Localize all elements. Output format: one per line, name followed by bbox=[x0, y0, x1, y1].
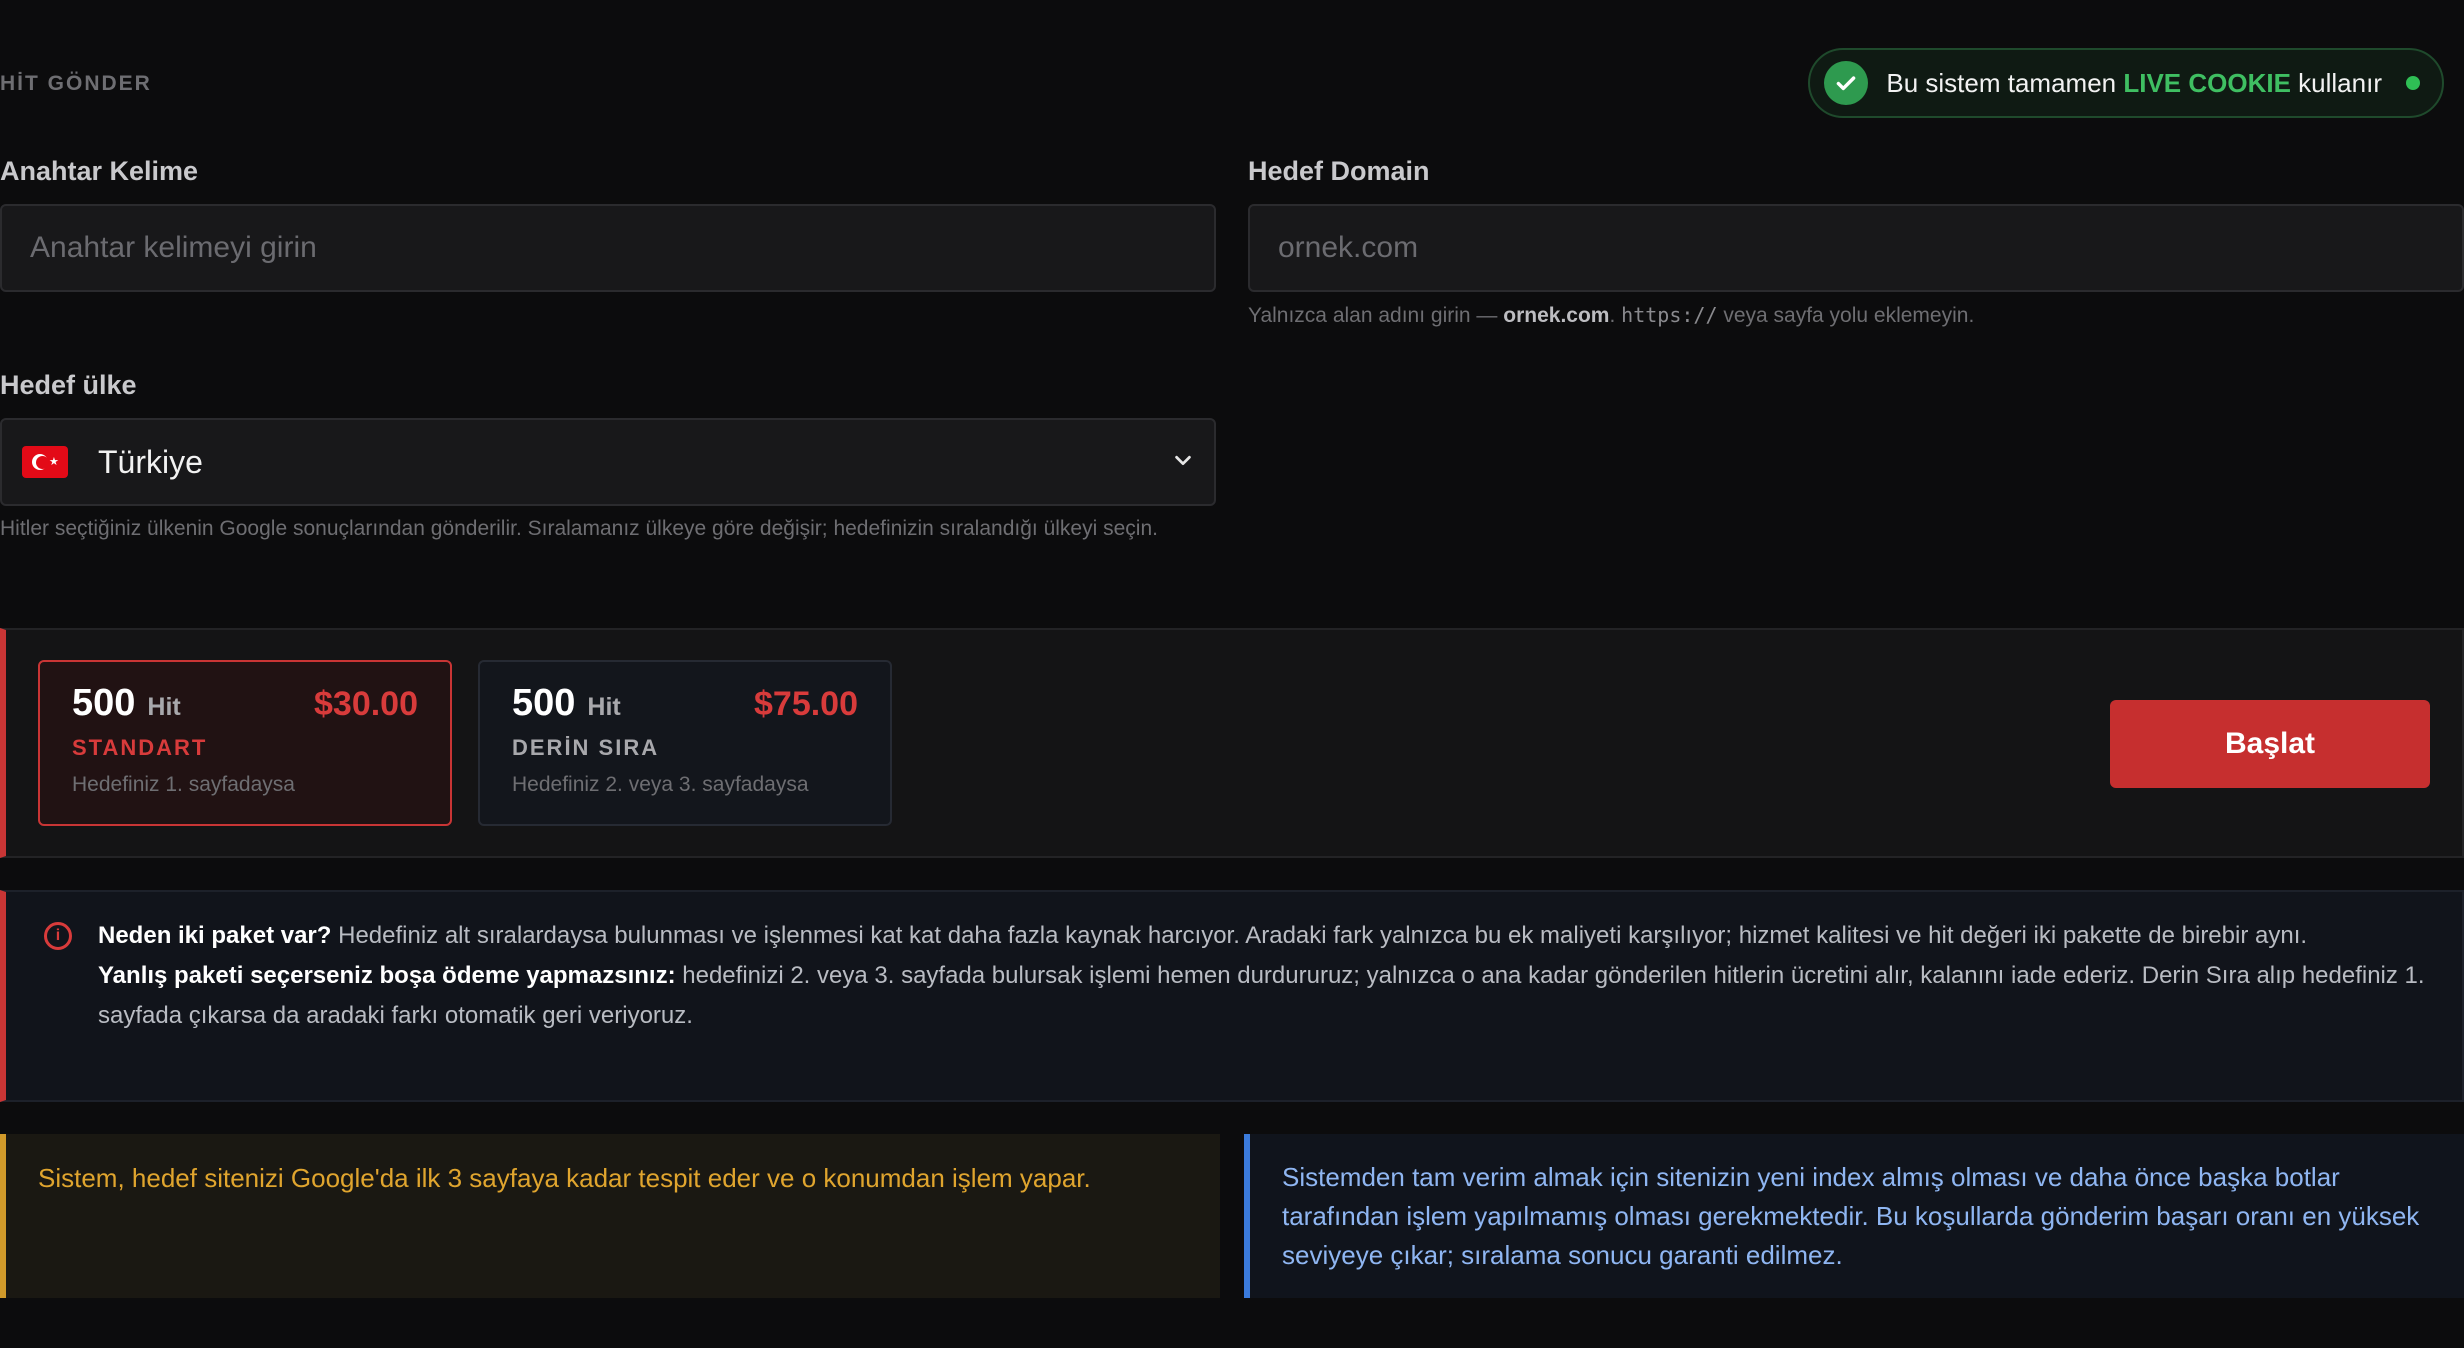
domain-hint-example: ornek.com bbox=[1503, 304, 1610, 327]
check-circle-icon bbox=[1824, 61, 1869, 105]
domain-hint: Yalnızca alan adını girin — ornek.com. h… bbox=[1248, 298, 1974, 333]
turkey-flag-icon: ★ bbox=[22, 446, 68, 478]
section-label: HİT GÖNDER bbox=[0, 72, 152, 95]
package-description: Hedefiniz 2. veya 3. sayfadaysa bbox=[512, 773, 809, 796]
info-question-1: Neden iki paket var? bbox=[98, 922, 332, 949]
package-name: DERİN SIRA bbox=[512, 735, 660, 760]
package-name: STANDART bbox=[72, 735, 208, 760]
live-cookie-badge: Bu sistem tamamen LIVE COOKIE kullanır bbox=[1808, 48, 2444, 118]
country-label: Hedef ülke bbox=[0, 370, 137, 400]
tip-note: Sistemden tam verim almak için sitenizin… bbox=[1244, 1134, 2464, 1298]
country-hint: Hitler seçtiğiniz ülkenin Google sonuçla… bbox=[0, 517, 1158, 540]
badge-prefix: Bu sistem tamamen bbox=[1886, 67, 2117, 98]
package-panel: 500 Hit $30.00 STANDART Hedefiniz 1. sayf… bbox=[0, 628, 2464, 858]
badge-suffix: kullanır bbox=[2298, 67, 2382, 98]
info-paragraph-2: Yanlış paketi seçerseniz boşa ödeme yapm… bbox=[98, 956, 2426, 1036]
package-hit-count: 500 bbox=[512, 682, 576, 724]
domain-input[interactable] bbox=[1248, 204, 2464, 292]
package-hit-count: 500 bbox=[72, 682, 136, 724]
country-select[interactable]: ★ Türkiye bbox=[0, 418, 1216, 506]
domain-label: Hedef Domain bbox=[1248, 156, 1430, 186]
keyword-label: Anahtar Kelime bbox=[0, 156, 199, 186]
package-description: Hedefiniz 1. sayfadaysa bbox=[72, 773, 295, 796]
info-paragraph-1: Neden iki paket var? Hedefiniz alt sıral… bbox=[98, 916, 2426, 956]
package-deep-rank[interactable]: 500 Hit $75.00 DERİN SIRA Hedefiniz 2. ve… bbox=[478, 660, 892, 826]
keyword-input[interactable] bbox=[0, 204, 1216, 292]
country-selected-value: Türkiye bbox=[98, 443, 203, 480]
info-answer-1: Hedefiniz alt sıralardaysa bulunması ve … bbox=[338, 922, 2308, 949]
badge-text: Bu sistem tamamen LIVE COOKIE kullanır bbox=[1886, 68, 2382, 99]
chevron-down-icon bbox=[1172, 449, 1194, 476]
start-button[interactable]: Başlat bbox=[2110, 700, 2430, 788]
package-price: $75.00 bbox=[754, 685, 858, 723]
live-status-dot bbox=[2406, 76, 2420, 90]
package-info-panel: i Neden iki paket var? Hedefiniz alt sır… bbox=[0, 890, 2464, 1102]
package-price: $30.00 bbox=[314, 685, 418, 723]
domain-hint-protocol: https:// bbox=[1621, 303, 1718, 327]
package-hit-unit: Hit bbox=[147, 693, 181, 721]
package-standard[interactable]: 500 Hit $30.00 STANDART Hedefiniz 1. sayf… bbox=[38, 660, 452, 826]
info-question-2: Yanlış paketi seçerseniz boşa ödeme yapm… bbox=[98, 962, 676, 989]
domain-hint-period: . bbox=[1609, 304, 1616, 327]
info-circle-icon: i bbox=[44, 922, 72, 950]
domain-hint-text: Yalnızca alan adını girin — bbox=[1248, 304, 1498, 327]
domain-hint-tail: veya sayfa yolu eklemeyin. bbox=[1723, 304, 1975, 327]
warning-note: Sistem, hedef sitenizi Google'da ilk 3 s… bbox=[0, 1134, 1220, 1298]
badge-highlight: LIVE COOKIE bbox=[2123, 67, 2291, 98]
package-hit-unit: Hit bbox=[587, 693, 621, 721]
